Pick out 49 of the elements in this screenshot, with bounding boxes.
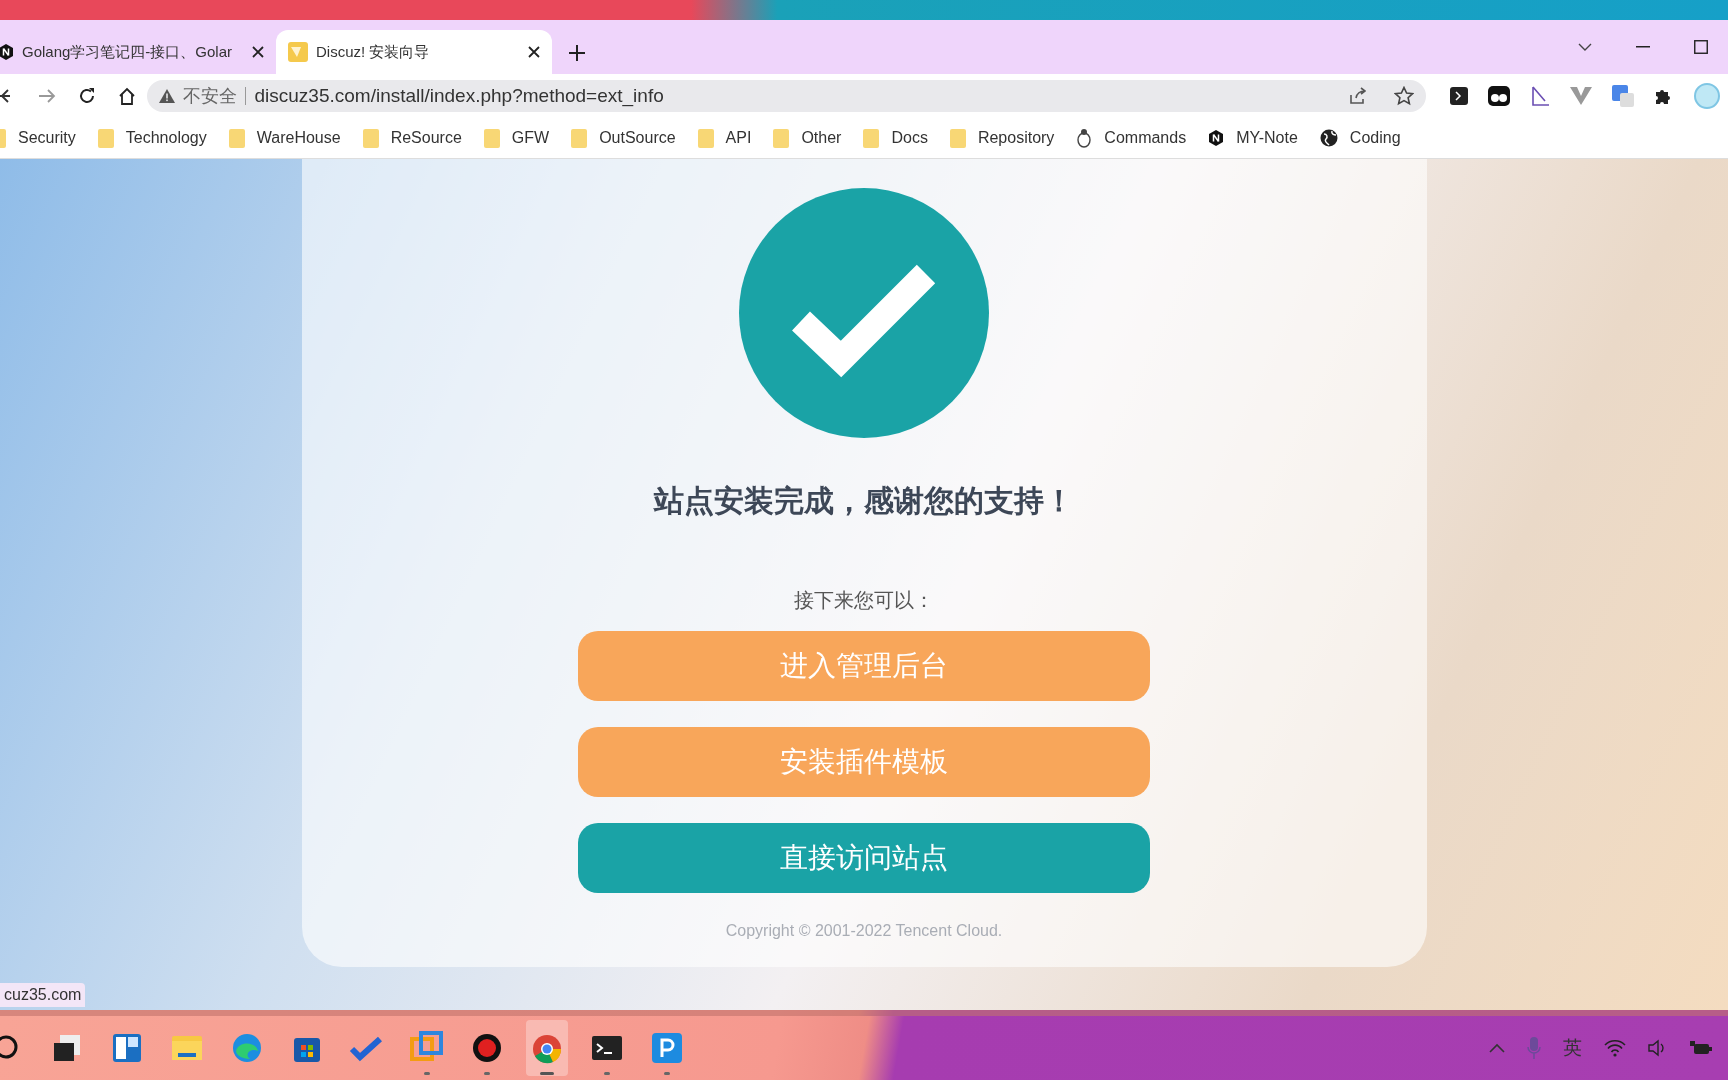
bookmark[interactable]: Technology bbox=[97, 123, 207, 153]
wifi-icon[interactable] bbox=[1604, 1039, 1626, 1057]
tab-title: Discuz! 安装向导 bbox=[316, 41, 431, 62]
address-bar[interactable]: 不安全 discuz35.com/install/index.php?method=ext_info bbox=[147, 80, 1426, 112]
bookmark[interactable]: Repository bbox=[949, 123, 1055, 153]
close-icon[interactable] bbox=[252, 46, 264, 58]
maximize-icon[interactable] bbox=[1694, 40, 1708, 54]
success-check-icon bbox=[739, 188, 989, 438]
extension-icon[interactable] bbox=[1488, 86, 1510, 106]
bookmark[interactable]: Security bbox=[0, 123, 76, 153]
new-tab-icon[interactable] bbox=[568, 44, 586, 62]
chevron-up-icon[interactable] bbox=[1489, 1043, 1505, 1053]
notion-icon bbox=[1208, 130, 1225, 146]
battery-icon[interactable] bbox=[1690, 1039, 1712, 1057]
bookmark[interactable]: Docs bbox=[863, 123, 928, 153]
bookmark[interactable]: Commands bbox=[1076, 123, 1187, 153]
back-icon[interactable] bbox=[0, 88, 10, 104]
security-label: 不安全 bbox=[183, 84, 238, 108]
penguin-icon bbox=[1076, 128, 1093, 148]
extension-icon[interactable] bbox=[1450, 87, 1468, 105]
next-steps-label: 接下来您可以： bbox=[794, 588, 934, 613]
bookmark[interactable]: ReSource bbox=[362, 123, 462, 153]
bookmark[interactable]: MY-Note bbox=[1208, 123, 1298, 153]
bookmark[interactable]: WareHouse bbox=[228, 123, 341, 153]
home-icon[interactable] bbox=[118, 87, 136, 105]
close-icon[interactable] bbox=[528, 46, 540, 58]
success-heading: 站点安装完成，感谢您的支持！ bbox=[654, 483, 1074, 519]
forward-icon[interactable] bbox=[38, 88, 56, 104]
share-icon[interactable] bbox=[1348, 87, 1366, 105]
browser-tab[interactable]: Discuz! 安装向导 bbox=[276, 30, 552, 74]
minimize-icon[interactable] bbox=[1636, 46, 1650, 48]
tab-title: Golang学习笔记四-接口、Golar bbox=[22, 41, 234, 62]
bookmark[interactable]: API bbox=[697, 123, 752, 153]
tab-list-icon[interactable] bbox=[1578, 43, 1592, 51]
copyright-text: Copyright © 2001-2022 Tencent Cloud. bbox=[725, 921, 1003, 941]
notion-icon bbox=[0, 44, 14, 60]
warning-icon bbox=[159, 89, 176, 103]
star-icon[interactable] bbox=[1394, 86, 1414, 106]
bookmark[interactable]: GFW bbox=[483, 123, 550, 153]
discuz-logo-icon bbox=[288, 42, 308, 62]
reload-icon[interactable] bbox=[78, 87, 96, 105]
bookmark[interactable]: Coding bbox=[1319, 123, 1401, 153]
browser-tab[interactable]: Golang学习笔记四-接口、Golar bbox=[0, 30, 276, 74]
translate-icon[interactable] bbox=[1612, 85, 1634, 107]
bookmark[interactable]: Other bbox=[773, 123, 842, 153]
bookmark[interactable]: OutSource bbox=[571, 123, 676, 153]
globe-icon bbox=[1319, 129, 1338, 147]
url-text: discuz35.com/install/index.php?method=ext_info bbox=[254, 83, 664, 109]
status-url: cuz35.com bbox=[0, 983, 86, 1007]
